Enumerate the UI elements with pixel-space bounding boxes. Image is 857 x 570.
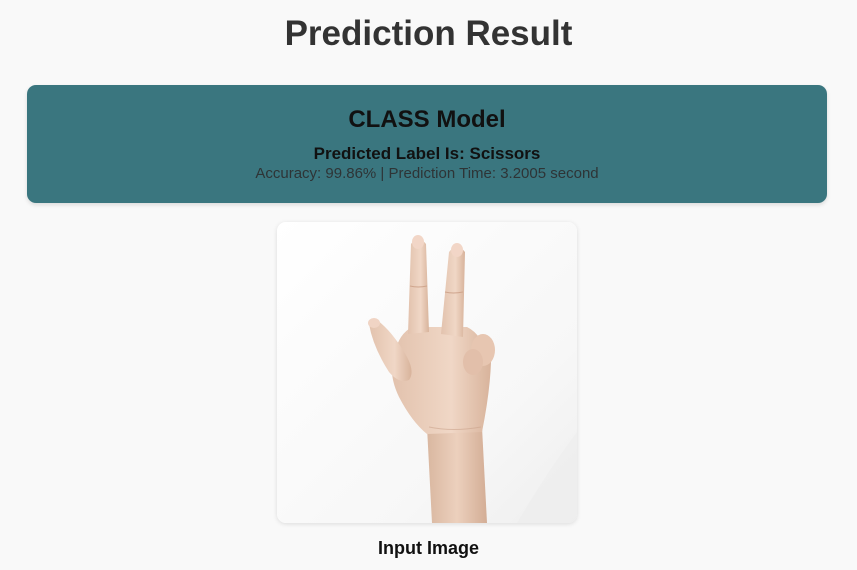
hand-scissors-gesture-image (277, 222, 577, 523)
prediction-stats: Accuracy: 99.86% | Prediction Time: 3.20… (255, 165, 599, 182)
input-image (277, 222, 577, 523)
page-title: Prediction Result (284, 14, 573, 53)
input-image-caption: Input Image (377, 538, 479, 558)
predicted-label: Predicted Label Is: Scissors (313, 144, 541, 163)
model-name: CLASS Model (348, 106, 506, 133)
prediction-result-card: CLASS Model Predicted Label Is: Scissors… (27, 85, 827, 203)
